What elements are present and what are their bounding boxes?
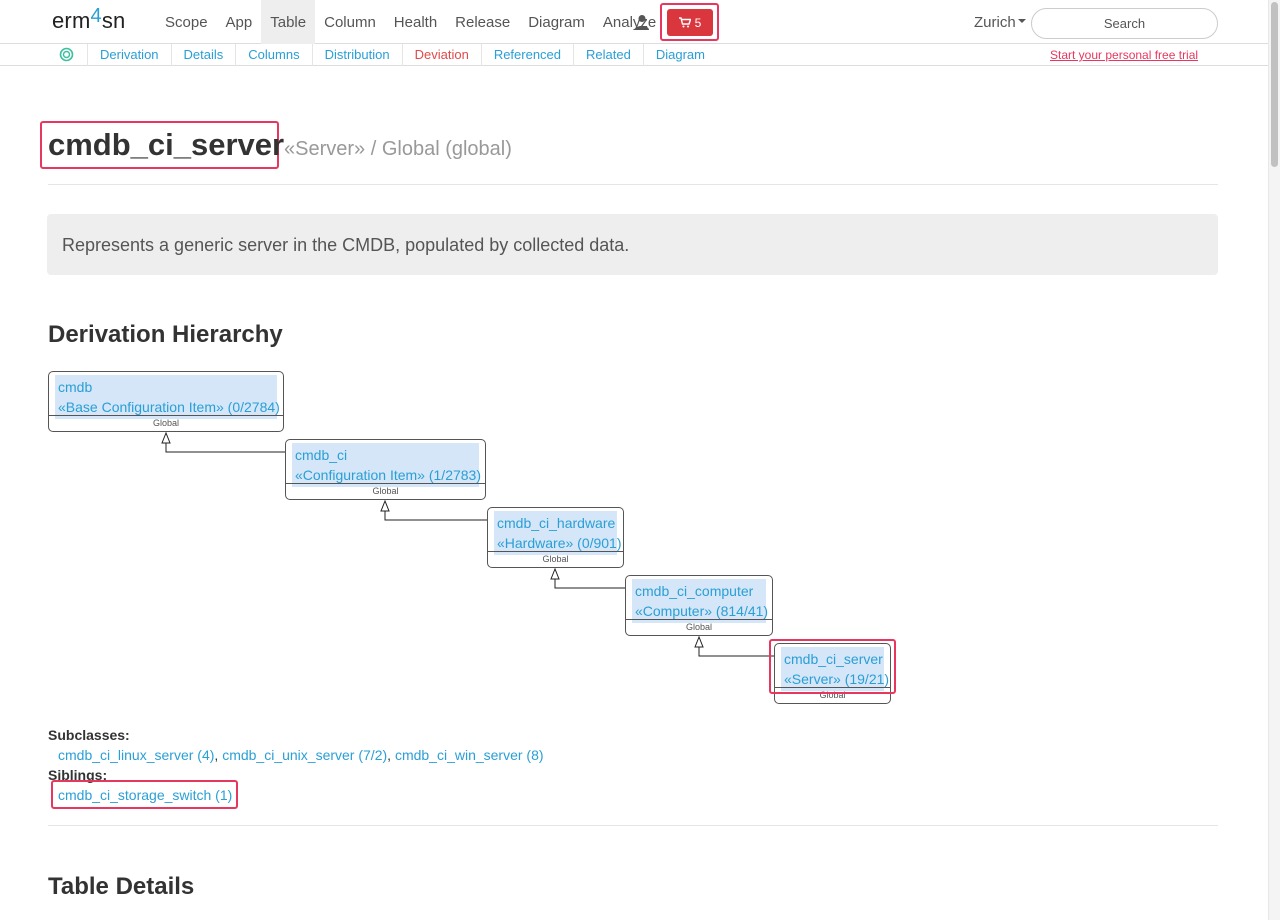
brand-logo[interactable]: erm4sn (52, 5, 125, 34)
subclass-link[interactable]: cmdb_ci_linux_server (4) (58, 747, 214, 763)
node-name: cmdb_ci (295, 447, 348, 463)
siblings-list: cmdb_ci_storage_switch (1) (58, 787, 232, 803)
sub-navbar: Derivation Details Columns Distribution … (0, 44, 1268, 66)
node-scope: Global (626, 619, 772, 635)
diagram-node-cmdb-ci-computer: cmdb_ci_computer «Computer» (814/41) Glo… (625, 575, 773, 636)
caret-down-icon (1017, 19, 1026, 24)
nav-analyze[interactable]: Analyze (594, 0, 665, 44)
nav-release[interactable]: Release (446, 0, 519, 44)
nav-app[interactable]: App (217, 0, 262, 44)
nav-table[interactable]: Table (261, 0, 316, 44)
node-label: «Configuration Item» (1/2783) (295, 467, 481, 483)
nav-health[interactable]: Health (385, 0, 446, 44)
nav-scope[interactable]: Scope (156, 0, 217, 44)
divider (48, 825, 1218, 826)
page-scrollbar[interactable] (1268, 0, 1280, 920)
tab-diagram[interactable]: Diagram (642, 44, 717, 66)
cart-button[interactable]: 5 (667, 9, 713, 36)
divider (48, 184, 1218, 185)
node-link[interactable]: cmdb_ci «Configuration Item» (1/2783) (292, 443, 481, 487)
node-link[interactable]: cmdb_ci_server «Server» (19/21) (781, 647, 890, 691)
nav-diagram[interactable]: Diagram (519, 0, 594, 44)
tab-referenced[interactable]: Referenced (480, 44, 573, 66)
user-icon[interactable] (634, 14, 650, 30)
description-text: Represents a generic server in the CMDB,… (62, 235, 630, 255)
tab-deviation[interactable]: Deviation (401, 44, 481, 66)
tab-columns[interactable]: Columns (235, 44, 311, 66)
top-navbar: erm4sn Scope App Table Column Health Rel… (0, 0, 1268, 44)
node-scope: Global (49, 415, 283, 431)
node-label: «Computer» (814/41) (635, 603, 769, 619)
sibling-link[interactable]: cmdb_ci_storage_switch (1) (58, 787, 232, 803)
node-link[interactable]: cmdb_ci_computer «Computer» (814/41) (632, 579, 769, 623)
node-scope: Global (775, 687, 890, 703)
table-details-heading: Table Details (48, 873, 195, 900)
tab-details[interactable]: Details (170, 44, 236, 66)
main-nav: Scope App Table Column Health Release Di… (156, 0, 665, 44)
subclass-link[interactable]: cmdb_ci_win_server (8) (395, 747, 544, 763)
subclasses-label: Subclasses: (48, 727, 130, 743)
node-label: «Hardware» (0/901) (497, 535, 622, 551)
region-dropdown[interactable]: Zurich (974, 14, 1026, 31)
scrollbar-thumb[interactable] (1271, 2, 1278, 167)
node-label: «Base Configuration Item» (0/2784) (58, 399, 280, 415)
page-subtitle: «Server» / Global (global) (284, 138, 512, 160)
search-input[interactable] (1031, 8, 1218, 39)
node-name: cmdb_ci_server (784, 651, 883, 667)
sub-tabs: Derivation Details Columns Distribution … (87, 44, 717, 66)
tab-derivation[interactable]: Derivation (87, 44, 171, 66)
node-link[interactable]: cmdb_ci_hardware «Hardware» (0/901) (494, 511, 622, 555)
diagram-node-cmdb-ci-server: cmdb_ci_server «Server» (19/21) Global (774, 643, 891, 704)
node-name: cmdb_ci_hardware (497, 515, 616, 531)
cart-count: 5 (694, 15, 702, 30)
tab-distribution[interactable]: Distribution (311, 44, 402, 66)
diagram-node-cmdb-ci-hardware: cmdb_ci_hardware «Hardware» (0/901) Glob… (487, 507, 624, 568)
free-trial-link[interactable]: Start your personal free trial (1050, 48, 1198, 62)
node-name: cmdb (58, 379, 93, 395)
nav-column[interactable]: Column (315, 0, 385, 44)
node-name: cmdb_ci_computer (635, 583, 754, 599)
node-scope: Global (488, 551, 623, 567)
cart-icon (678, 17, 691, 28)
subclasses-list: cmdb_ci_linux_server (4), cmdb_ci_unix_s… (58, 747, 544, 763)
node-label: «Server» (19/21) (784, 671, 890, 687)
diagram-node-cmdb-ci: cmdb_ci «Configuration Item» (1/2783) Gl… (285, 439, 486, 500)
diagram-node-cmdb: cmdb «Base Configuration Item» (0/2784) … (48, 371, 284, 432)
tab-related[interactable]: Related (573, 44, 643, 66)
node-scope: Global (286, 483, 485, 499)
page-title: cmdb_ci_server (48, 127, 285, 162)
subclass-link[interactable]: cmdb_ci_unix_server (7/2) (222, 747, 387, 763)
node-link[interactable]: cmdb «Base Configuration Item» (0/2784) (55, 375, 280, 419)
derivation-heading: Derivation Hierarchy (48, 321, 283, 348)
target-icon[interactable] (59, 47, 74, 62)
description-panel: Represents a generic server in the CMDB,… (47, 214, 1218, 275)
